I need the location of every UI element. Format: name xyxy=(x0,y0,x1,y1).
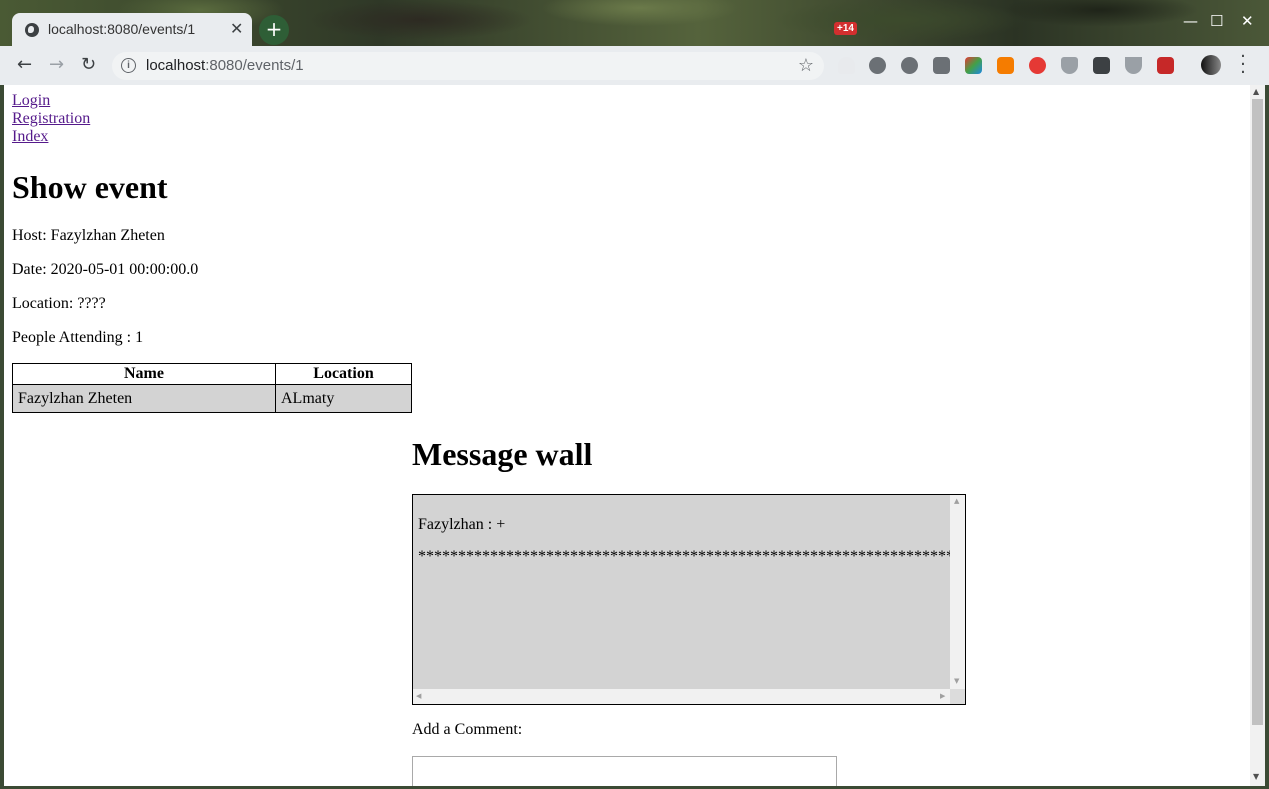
add-comment-label: Add a Comment: xyxy=(412,721,523,738)
extension-record-icon[interactable] xyxy=(1157,57,1174,74)
extension-hand-icon[interactable] xyxy=(1029,57,1046,74)
login-link[interactable]: Login xyxy=(12,92,90,110)
close-tab-icon[interactable]: ✕ xyxy=(230,19,243,39)
extension-window-icon[interactable] xyxy=(1093,57,1110,74)
index-link[interactable]: Index xyxy=(12,128,90,146)
extension-bulb-icon[interactable] xyxy=(901,57,918,74)
tab-title: localhost:8080/events/1 xyxy=(48,21,196,37)
event-date: Date: 2020-05-01 00:00:00.0 xyxy=(12,261,199,278)
wall-horizontal-scrollbar[interactable]: ◀ ▶ xyxy=(413,689,950,704)
menu-dots-icon[interactable]: · · · xyxy=(1238,48,1248,82)
browser-tab[interactable]: localhost:8080/events/1 ✕ xyxy=(12,13,252,46)
scrollbar-corner xyxy=(950,689,965,704)
minimize-icon[interactable]: — xyxy=(1183,12,1198,30)
column-header-location: Location xyxy=(275,363,412,385)
extension-vue-icon[interactable] xyxy=(1125,57,1142,74)
new-tab-button[interactable]: + xyxy=(259,15,289,45)
reload-icon[interactable]: ↻ xyxy=(81,54,96,75)
close-window-icon[interactable]: ✕ xyxy=(1241,12,1254,30)
attendees-table: Name Location Fazylzhan Zheten ALmaty xyxy=(12,363,412,413)
page-viewport: Login Registration Index Show event Host… xyxy=(4,85,1250,786)
message-stars: ****************************************… xyxy=(418,548,965,565)
table-row: Fazylzhan Zheten ALmaty xyxy=(12,384,412,413)
url-host: localhost xyxy=(146,57,206,74)
extension-badge: +14 xyxy=(834,22,857,35)
registration-link[interactable]: Registration xyxy=(12,110,90,128)
table-header-row: Name Location xyxy=(12,363,412,385)
event-location: Location: ???? xyxy=(12,295,106,312)
extension-gauge-icon[interactable] xyxy=(869,57,886,74)
wall-vertical-scrollbar[interactable]: ▲ ▼ xyxy=(950,495,965,689)
nav-links: Login Registration Index xyxy=(12,92,90,146)
browser-chrome: localhost:8080/events/1 ✕ + — ☐ ✕ ← → ↻ … xyxy=(0,0,1269,85)
scroll-right-icon[interactable]: ▶ xyxy=(940,692,945,700)
scroll-down-icon[interactable]: ▼ xyxy=(1253,772,1259,781)
extension-camera-icon[interactable] xyxy=(933,57,950,74)
bookmark-star-icon[interactable]: ☆ xyxy=(798,55,814,76)
extension-shield-icon[interactable] xyxy=(1061,57,1078,74)
scroll-up-icon[interactable]: ▲ xyxy=(1253,87,1259,96)
extension-clock-icon[interactable] xyxy=(997,57,1014,74)
avatar[interactable] xyxy=(1201,55,1221,75)
message-text: Fazylzhan : + xyxy=(418,516,506,533)
maximize-icon[interactable]: ☐ xyxy=(1210,12,1223,30)
scroll-left-icon[interactable]: ◀ xyxy=(416,692,421,700)
cell-location: ALmaty xyxy=(275,384,412,413)
info-icon[interactable]: i xyxy=(121,58,136,73)
url-text: localhost:8080/events/1 xyxy=(146,57,304,74)
browser-toolbar: ← → ↻ i localhost:8080/events/1 ☆ · · · xyxy=(0,46,1269,85)
scroll-down-icon[interactable]: ▼ xyxy=(954,677,959,685)
comment-input[interactable] xyxy=(412,756,837,786)
column-header-name: Name xyxy=(12,363,276,385)
url-path: :8080/events/1 xyxy=(205,57,304,74)
page-title: Show event xyxy=(12,169,168,205)
cell-name: Fazylzhan Zheten xyxy=(12,384,276,413)
message-wall[interactable]: Fazylzhan : + **************************… xyxy=(412,494,966,705)
event-attending: People Attending : 1 xyxy=(12,329,144,346)
event-host: Host: Fazylzhan Zheten xyxy=(12,227,165,244)
extension-cloud-icon[interactable] xyxy=(838,57,855,74)
address-bar[interactable]: i localhost:8080/events/1 ☆ xyxy=(112,52,824,80)
message-wall-title: Message wall xyxy=(412,436,593,472)
back-icon[interactable]: ← xyxy=(17,54,32,75)
page-scrollbar[interactable]: ▲ ▼ xyxy=(1250,85,1265,786)
scrollbar-thumb[interactable] xyxy=(1252,99,1263,725)
scroll-up-icon[interactable]: ▲ xyxy=(954,497,959,505)
globe-icon xyxy=(25,23,39,37)
extension-colorpick-icon[interactable] xyxy=(965,57,982,74)
forward-icon[interactable]: → xyxy=(49,54,64,75)
